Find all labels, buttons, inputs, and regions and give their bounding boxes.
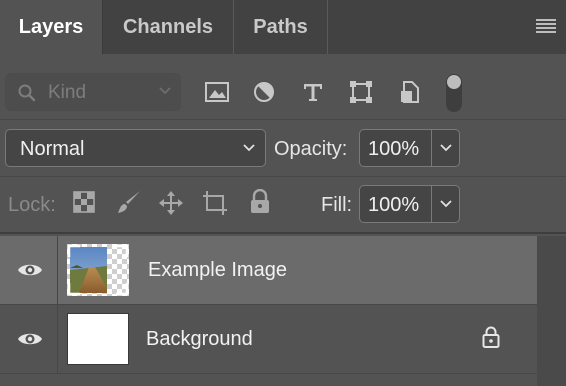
filter-kind-select[interactable]: Kind (5, 73, 181, 111)
chevron-down-icon[interactable] (439, 141, 453, 155)
panel-tab-bar: Layers Channels Paths (0, 0, 566, 54)
type-filter-icon[interactable] (301, 80, 325, 104)
lock-all-icon[interactable] (249, 189, 271, 215)
shape-filter-icon[interactable] (349, 80, 373, 104)
eye-icon[interactable] (17, 261, 43, 279)
eye-icon[interactable] (17, 330, 43, 348)
search-icon (18, 84, 36, 102)
chevron-down-icon[interactable] (439, 197, 453, 211)
fill-value: 100% (368, 194, 420, 216)
fill-label: Fill: (321, 194, 353, 216)
opacity-field[interactable]: 100% (359, 129, 460, 167)
tab-layers[interactable]: Layers (0, 0, 103, 54)
tab-channels[interactable]: Channels (103, 0, 234, 54)
layer-thumbnail (67, 244, 129, 296)
panel-menu-icon[interactable] (536, 19, 556, 33)
opacity-label: Opacity: (274, 138, 348, 160)
opacity-value: 100% (368, 138, 420, 160)
filter-toggle-icon[interactable] (445, 73, 463, 113)
smart-object-filter-icon[interactable] (398, 80, 422, 104)
lock-label: Lock: (8, 194, 56, 216)
lock-transparent-icon[interactable] (73, 191, 95, 213)
layer-row-example-image[interactable]: Example Image (0, 236, 537, 304)
lock-image-icon[interactable] (116, 189, 142, 215)
image-filter-icon[interactable] (204, 80, 230, 104)
blend-mode-select[interactable]: Normal (5, 129, 266, 167)
blend-mode-value: Normal (20, 138, 85, 160)
adjustment-filter-icon[interactable] (252, 80, 276, 104)
layer-row-background[interactable]: Background (0, 305, 537, 373)
layer-name[interactable]: Background (146, 328, 253, 351)
tab-paths[interactable]: Paths (234, 0, 328, 54)
layer-name[interactable]: Example Image (148, 259, 287, 282)
lock-artboard-icon[interactable] (201, 190, 229, 216)
fill-field[interactable]: 100% (359, 185, 460, 223)
lock-position-icon[interactable] (158, 190, 184, 216)
scrollbar-gutter[interactable] (537, 236, 566, 386)
layer-thumbnail (67, 313, 129, 365)
chevron-down-icon (159, 87, 171, 95)
filter-kind-label: Kind (48, 82, 87, 103)
chevron-down-icon (243, 144, 255, 152)
lock-icon (482, 326, 500, 348)
